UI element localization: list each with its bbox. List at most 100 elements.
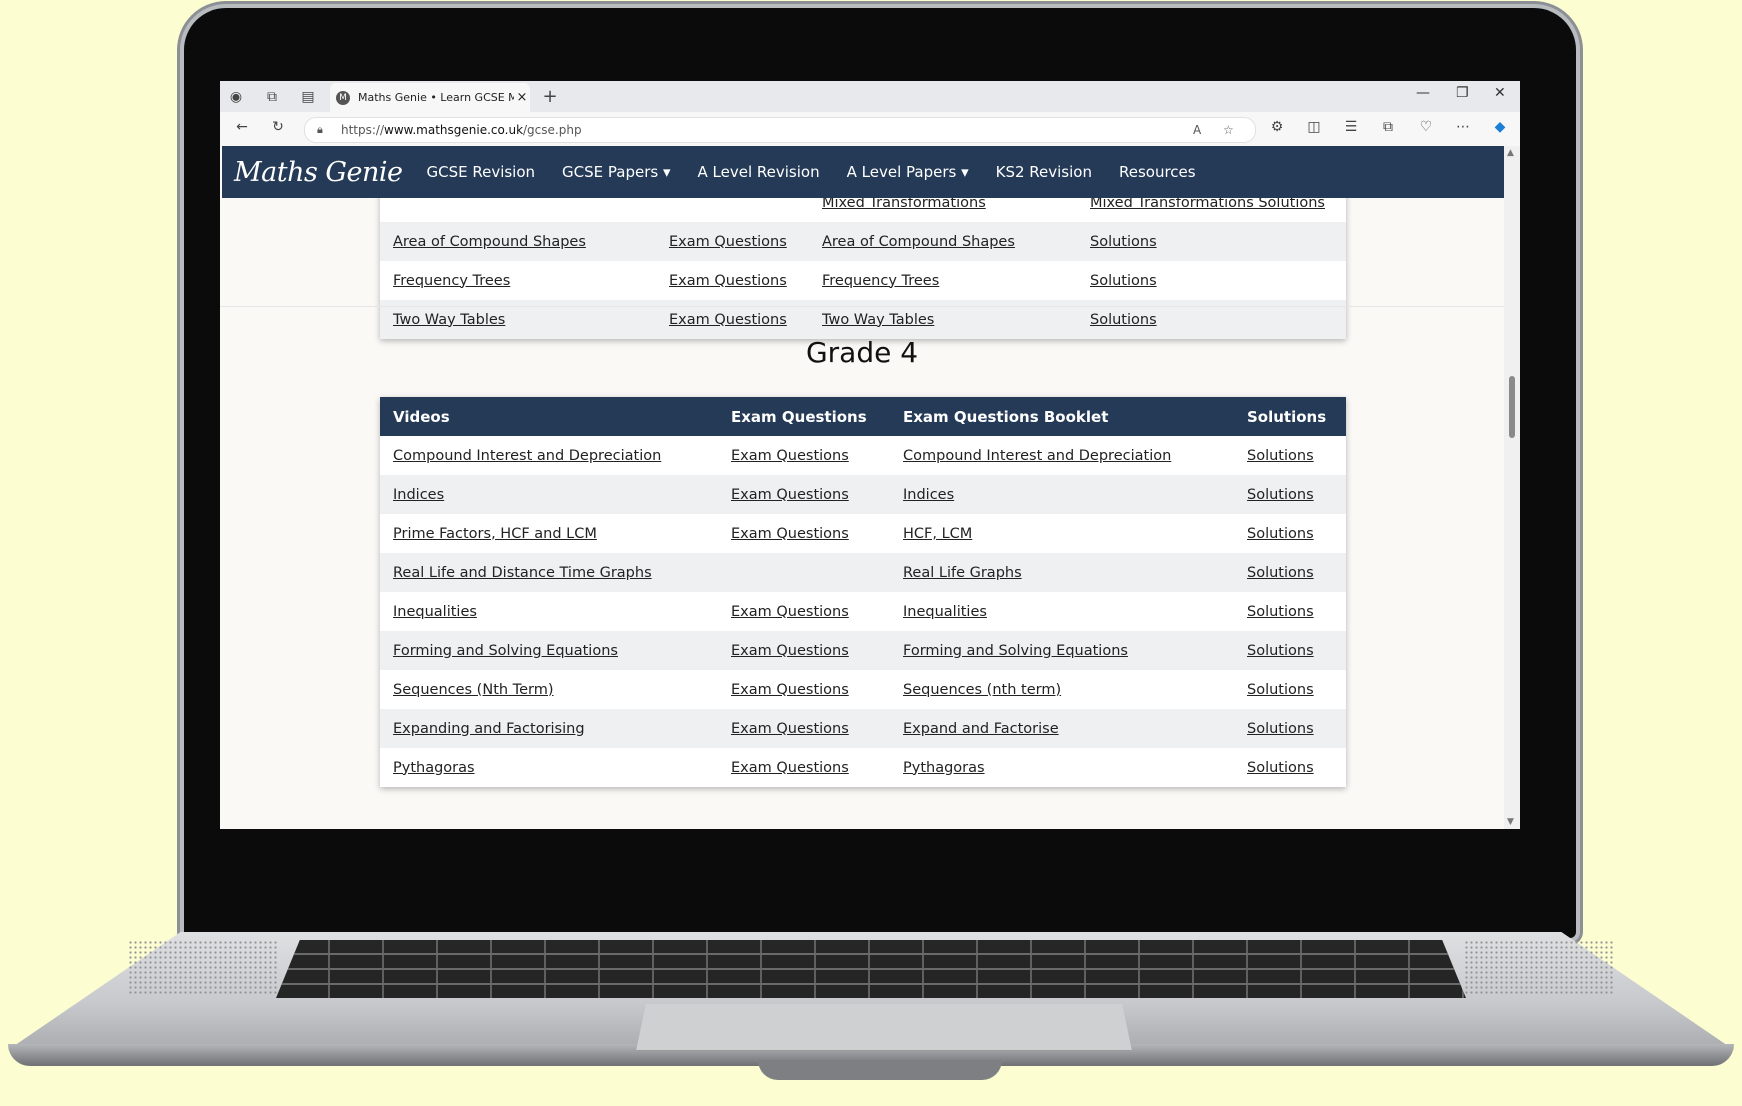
booklet-link[interactable]: Frequency Trees	[822, 273, 939, 289]
tab-actions-icon[interactable]: ▤	[298, 87, 318, 107]
booklet-link[interactable]: HCF, LCM	[903, 526, 972, 542]
browser-window: ◉ ⧉ ▤ M Maths Genie • Learn GCSE Maths ×…	[220, 81, 1520, 829]
video-link[interactable]: Compound Interest and Depreciation	[393, 448, 661, 464]
booklet-link[interactable]: Inequalities	[903, 604, 987, 620]
touchpad	[636, 1004, 1132, 1051]
table-row: Prime Factors, HCF and LCM Exam Question…	[380, 514, 1346, 553]
solutions-link[interactable]: Solutions	[1090, 234, 1157, 250]
tab-close-icon[interactable]: ×	[514, 90, 530, 105]
scroll-down-icon[interactable]: ▼	[1507, 817, 1514, 827]
video-link[interactable]: Prime Factors, HCF and LCM	[393, 526, 597, 542]
video-link[interactable]: Two Way Tables	[393, 312, 505, 328]
booklet-link[interactable]: Sequences (nth term)	[903, 682, 1061, 698]
read-aloud-icon[interactable]: A	[1193, 118, 1201, 142]
video-link[interactable]: Indices	[393, 487, 444, 503]
video-link[interactable]: Area of Compound Shapes	[393, 234, 586, 250]
tab-title: Maths Genie • Learn GCSE Maths	[358, 91, 514, 104]
address-bar[interactable]: 🔒︎ https://www.mathsgenie.co.uk/gcse.php…	[304, 117, 1256, 143]
nav-a-level-revision[interactable]: A Level Revision	[698, 163, 820, 181]
video-link[interactable]: Frequency Trees	[393, 273, 510, 289]
solutions-link[interactable]: Solutions	[1247, 643, 1314, 659]
booklet-link[interactable]: Indices	[903, 487, 954, 503]
exam-questions-link[interactable]: Exam Questions	[731, 526, 849, 542]
grade-4-heading: Grade 4	[805, 336, 919, 369]
split-screen-icon[interactable]: ◫	[1304, 119, 1324, 135]
new-tab-button[interactable]: +	[540, 87, 560, 107]
solutions-link[interactable]: Solutions	[1247, 682, 1314, 698]
solutions-link[interactable]: Solutions	[1247, 604, 1314, 620]
booklet-link[interactable]: Forming and Solving Equations	[903, 643, 1128, 659]
booklet-link[interactable]: Two Way Tables	[822, 312, 934, 328]
close-window-button[interactable]: ✕	[1494, 85, 1506, 101]
workspaces-icon[interactable]: ⧉	[262, 87, 282, 107]
solutions-link[interactable]: Solutions	[1247, 526, 1314, 542]
browser-essentials-icon[interactable]: ♡	[1416, 119, 1436, 135]
restore-button[interactable]: ❐	[1456, 85, 1469, 101]
collections-icon[interactable]: ⧉	[1378, 119, 1398, 135]
table-row: Area of Compound Shapes Exam Questions A…	[380, 222, 1346, 261]
speaker-right	[1464, 940, 1614, 996]
video-link[interactable]: Inequalities	[393, 604, 477, 620]
exam-questions-link[interactable]: Exam Questions	[669, 312, 787, 328]
video-link[interactable]: Sequences (Nth Term)	[393, 682, 553, 698]
exam-questions-link[interactable]: Exam Questions	[669, 273, 787, 289]
vertical-scrollbar[interactable]: ▲ ▼	[1504, 146, 1520, 829]
refresh-icon[interactable]: ↻	[268, 119, 288, 135]
site-navbar: Maths Genie GCSE Revision GCSE Papers ▾ …	[222, 146, 1504, 198]
booklet-link[interactable]: Expand and Factorise	[903, 721, 1059, 737]
header-booklet: Exam Questions Booklet	[890, 397, 1234, 436]
solutions-link[interactable]: Solutions	[1247, 760, 1314, 776]
booklet-link[interactable]: Compound Interest and Depreciation	[903, 448, 1171, 464]
solutions-link[interactable]: Solutions	[1247, 721, 1314, 737]
table-row: Indices Exam Questions Indices Solutions	[380, 475, 1346, 514]
minimize-button[interactable]: —	[1416, 85, 1430, 101]
nav-ks2-revision[interactable]: KS2 Revision	[996, 163, 1092, 181]
video-link[interactable]: Real Life and Distance Time Graphs	[393, 565, 652, 581]
solutions-link[interactable]: Solutions	[1247, 448, 1314, 464]
active-tab[interactable]: M Maths Genie • Learn GCSE Maths ×	[330, 83, 530, 112]
grade3-table: Mixed Transformations Mixed Transformati…	[380, 183, 1346, 339]
solutions-link[interactable]: Solutions	[1247, 565, 1314, 581]
solutions-link[interactable]: Solutions	[1090, 312, 1157, 328]
nav-a-level-papers[interactable]: A Level Papers ▾	[847, 163, 969, 181]
address-toolbar: ← ↻ 🔒︎ https://www.mathsgenie.co.uk/gcse…	[220, 112, 1520, 147]
header-exam-questions: Exam Questions	[718, 397, 890, 436]
copilot-icon[interactable]: ◆	[1490, 119, 1510, 135]
table-row: Expanding and Factorising Exam Questions…	[380, 709, 1346, 748]
exam-questions-link[interactable]: Exam Questions	[731, 643, 849, 659]
booklet-link[interactable]: Pythagoras	[903, 760, 985, 776]
video-link[interactable]: Expanding and Factorising	[393, 721, 585, 737]
grade4-table-card: Videos Exam Questions Exam Questions Boo…	[380, 397, 1346, 787]
table-row: Inequalities Exam Questions Inequalities…	[380, 592, 1346, 631]
nav-resources[interactable]: Resources	[1119, 163, 1196, 181]
scroll-up-icon[interactable]: ▲	[1507, 148, 1514, 158]
booklet-link[interactable]: Real Life Graphs	[903, 565, 1022, 581]
video-link[interactable]: Pythagoras	[393, 760, 475, 776]
nav-gcse-revision[interactable]: GCSE Revision	[426, 163, 535, 181]
speaker-left	[128, 940, 278, 996]
site-logo[interactable]: Maths Genie	[234, 157, 403, 188]
scrollbar-thumb[interactable]	[1509, 376, 1515, 438]
exam-questions-link[interactable]: Exam Questions	[669, 234, 787, 250]
exam-questions-link[interactable]: Exam Questions	[731, 682, 849, 698]
exam-questions-link[interactable]: Exam Questions	[731, 604, 849, 620]
video-link[interactable]: Forming and Solving Equations	[393, 643, 618, 659]
exam-questions-link[interactable]: Exam Questions	[731, 721, 849, 737]
grade3-table-card: Mixed Transformations Mixed Transformati…	[380, 183, 1346, 339]
favorites-icon[interactable]: ☰	[1341, 119, 1361, 135]
extensions-icon[interactable]: ⚙	[1267, 119, 1287, 135]
booklet-link[interactable]: Area of Compound Shapes	[822, 234, 1015, 250]
solutions-link[interactable]: Solutions	[1090, 273, 1157, 289]
table-header-row: Videos Exam Questions Exam Questions Boo…	[380, 397, 1346, 436]
section-divider	[220, 306, 1504, 307]
table-row: Pythagoras Exam Questions Pythagoras Sol…	[380, 748, 1346, 787]
exam-questions-link[interactable]: Exam Questions	[731, 448, 849, 464]
profile-icon[interactable]: ◉	[226, 87, 246, 107]
exam-questions-link[interactable]: Exam Questions	[731, 487, 849, 503]
back-icon[interactable]: ←	[232, 119, 252, 135]
more-menu-icon[interactable]: ⋯	[1453, 119, 1473, 135]
nav-gcse-papers[interactable]: GCSE Papers ▾	[562, 163, 670, 181]
exam-questions-link[interactable]: Exam Questions	[731, 760, 849, 776]
solutions-link[interactable]: Solutions	[1247, 487, 1314, 503]
favorite-star-icon[interactable]: ☆	[1223, 118, 1234, 142]
